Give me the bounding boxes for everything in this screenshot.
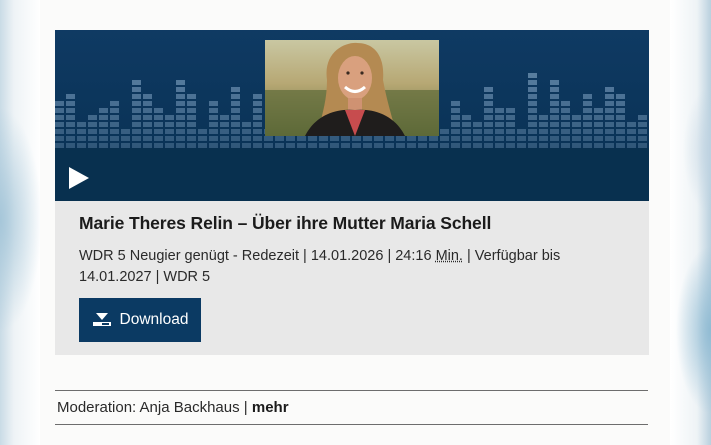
divider-top [55, 390, 648, 391]
episode-meta: WDR 5 Neugier genügt - Redezeit | 14.01.… [79, 246, 629, 288]
moderation-line: Moderation: Anja Backhaus | mehr [57, 399, 289, 416]
episode-title: Marie Theres Relin – Über ihre Mutter Ma… [79, 213, 492, 233]
audio-player-card: Marie Theres Relin – Über ihre Mutter Ma… [55, 30, 649, 355]
download-icon [92, 313, 111, 326]
play-button[interactable] [65, 164, 93, 192]
download-button[interactable]: Download [79, 298, 201, 342]
episode-info: Marie Theres Relin – Über ihre Mutter Ma… [79, 213, 629, 288]
meta-unit: Min. [435, 248, 463, 264]
speaker-photo [265, 40, 439, 136]
play-icon [69, 167, 89, 189]
download-label: Download [119, 311, 189, 328]
moderation-label: Moderation: Anja Backhaus | [57, 399, 252, 416]
meta-show: WDR 5 Neugier genügt - Redezeit | 14.01.… [79, 248, 436, 264]
player-banner [55, 30, 649, 201]
divider-bottom [55, 424, 648, 425]
more-link[interactable]: mehr [252, 399, 289, 416]
